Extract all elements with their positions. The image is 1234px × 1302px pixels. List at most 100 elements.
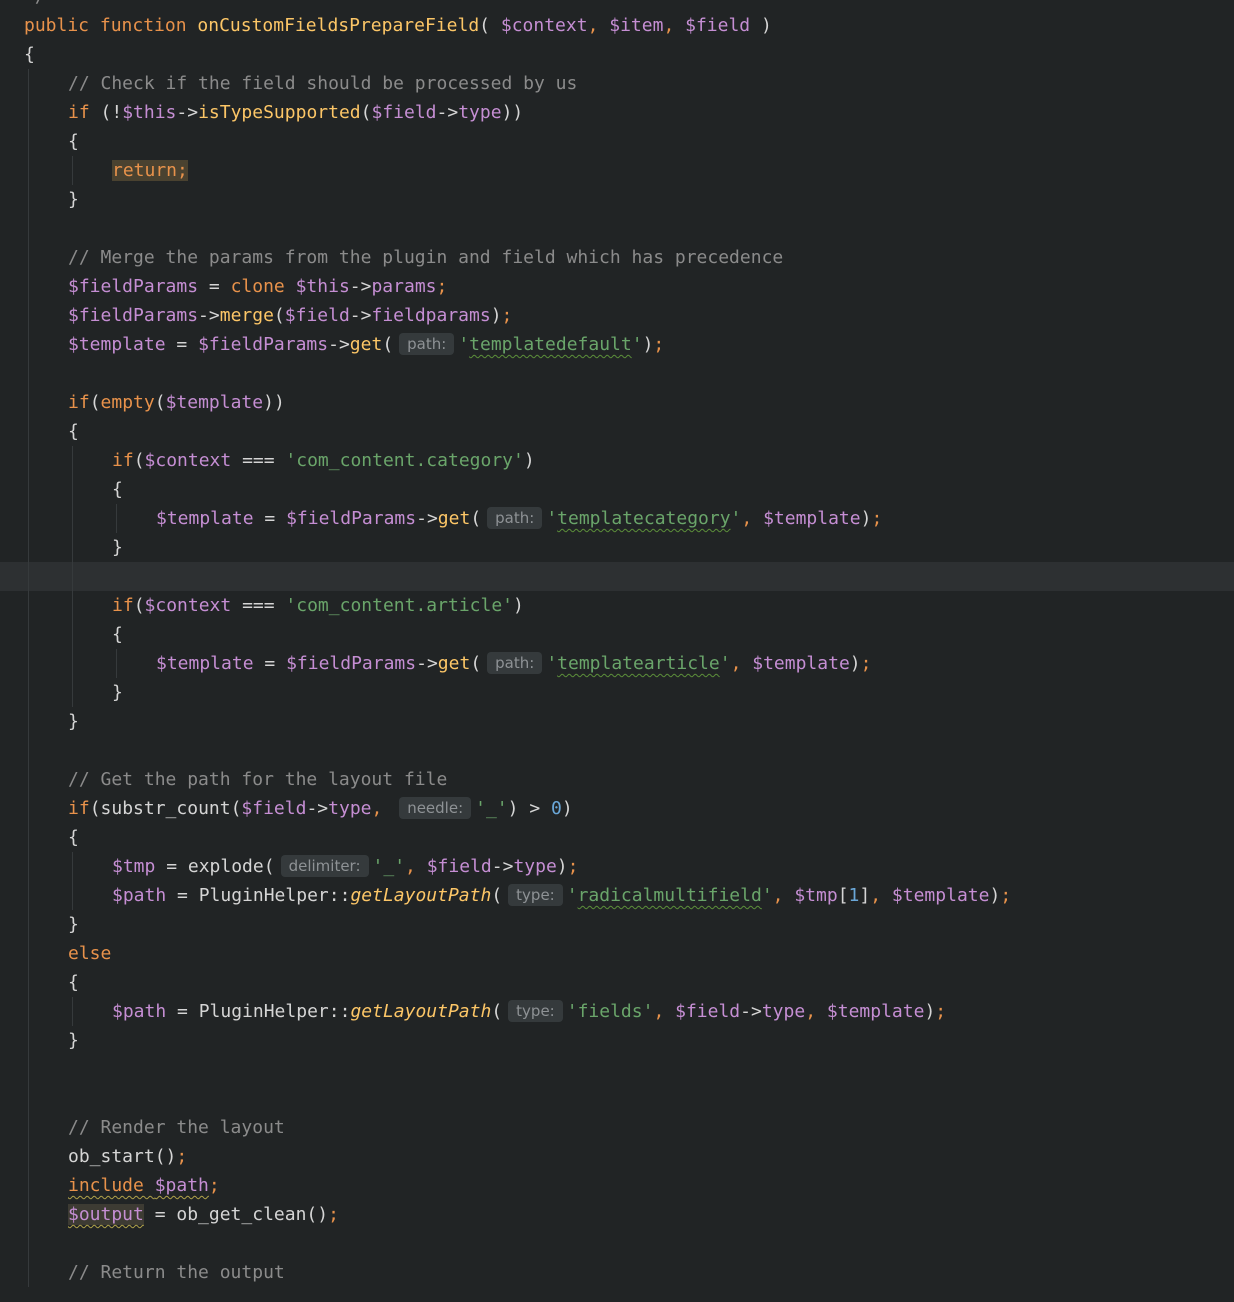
code-line[interactable]: // Merge the params from the plugin and … bbox=[0, 243, 1234, 272]
parameter-hint: type: bbox=[508, 1000, 563, 1022]
code-line[interactable]: if(substr_count($field->type, needle: '_'… bbox=[0, 794, 1234, 823]
code-line[interactable] bbox=[0, 1055, 1234, 1084]
indent-guide bbox=[28, 475, 29, 504]
code-line[interactable] bbox=[0, 1084, 1234, 1113]
code-line[interactable]: // Get the path for the layout file bbox=[0, 765, 1234, 794]
code-line[interactable] bbox=[0, 359, 1234, 388]
code-line[interactable]: if (!$this->isTypeSupported($field->type… bbox=[0, 98, 1234, 127]
code-line[interactable] bbox=[0, 736, 1234, 765]
code-line[interactable]: } bbox=[0, 1026, 1234, 1055]
code-token: ; bbox=[208, 1175, 220, 1196]
code-line-content: { bbox=[68, 127, 79, 156]
code-editor[interactable]: */ public function onCustomFieldsPrepareF… bbox=[0, 0, 1234, 1302]
code-token: $template bbox=[752, 653, 850, 674]
code-token: ( bbox=[479, 15, 501, 36]
code-line-content: } bbox=[68, 1026, 79, 1055]
code-token: // Render the layout bbox=[68, 1117, 285, 1138]
code-token: PluginHelper bbox=[198, 885, 329, 906]
indent-guide bbox=[28, 562, 29, 591]
code-token: // Check if the field should be processe… bbox=[68, 73, 578, 94]
parameter-hint: path: bbox=[399, 333, 455, 355]
code-line[interactable]: include $path; bbox=[0, 1171, 1234, 1200]
code-line[interactable]: return; bbox=[0, 156, 1234, 185]
code-line[interactable]: $template = $fieldParams->get(path:'temp… bbox=[0, 330, 1234, 359]
code-token: } bbox=[68, 1030, 79, 1051]
code-line-content: $template = $fieldParams->get(path:'temp… bbox=[68, 330, 664, 359]
code-line[interactable]: $tmp = explode(delimiter: '_', $field->ty… bbox=[0, 852, 1234, 881]
code-token: ( bbox=[263, 856, 275, 877]
code-line[interactable]: { bbox=[0, 475, 1234, 504]
code-line[interactable]: } bbox=[0, 533, 1234, 562]
code-line[interactable]: // Return the output bbox=[0, 1258, 1234, 1287]
code-line[interactable]: $template = $fieldParams->get(path:'temp… bbox=[0, 649, 1234, 678]
code-token: // Merge the params from the plugin and … bbox=[68, 247, 784, 268]
indent-guide bbox=[28, 881, 29, 910]
code-token: = bbox=[253, 508, 287, 529]
indent-guide bbox=[28, 852, 29, 881]
indent-guide bbox=[72, 475, 73, 504]
code-token: templatecategory bbox=[557, 508, 731, 529]
indent-guide bbox=[28, 504, 29, 533]
code-line[interactable]: */ bbox=[0, 0, 1234, 11]
code-token: $field bbox=[284, 305, 350, 326]
code-line[interactable]: // Check if the field should be processe… bbox=[0, 69, 1234, 98]
code-token: } bbox=[68, 189, 79, 210]
code-line[interactable]: { bbox=[0, 968, 1234, 997]
code-token: $item bbox=[609, 15, 664, 36]
code-line[interactable]: $template = $fieldParams->get(path:'temp… bbox=[0, 504, 1234, 533]
code-token: type bbox=[513, 856, 557, 877]
code-line[interactable]: $path = PluginHelper::getLayoutPath(type… bbox=[0, 881, 1234, 910]
code-line[interactable]: $fieldParams->merge($field->fieldparams)… bbox=[0, 301, 1234, 330]
code-token: } bbox=[68, 914, 79, 935]
code-line-content: { bbox=[68, 968, 79, 997]
code-token: ; bbox=[860, 653, 872, 674]
code-line[interactable]: { bbox=[0, 620, 1234, 649]
code-token: ] bbox=[859, 885, 871, 906]
code-line[interactable]: { bbox=[0, 40, 1234, 69]
code-token: = bbox=[166, 1001, 199, 1022]
code-line[interactable]: if($context === 'com_content.article') bbox=[0, 591, 1234, 620]
code-line[interactable]: } bbox=[0, 185, 1234, 214]
indent-guide bbox=[72, 504, 73, 533]
code-line[interactable]: public function onCustomFieldsPrepareFie… bbox=[0, 11, 1234, 40]
code-token: if bbox=[112, 450, 134, 471]
code-line[interactable] bbox=[0, 1229, 1234, 1258]
code-line[interactable]: ob_start(); bbox=[0, 1142, 1234, 1171]
code-token: $template bbox=[156, 508, 254, 529]
code-line[interactable]: $fieldParams = clone $this->params; bbox=[0, 272, 1234, 301]
code-line[interactable]: $path = PluginHelper::getLayoutPath(type… bbox=[0, 997, 1234, 1026]
indent-guide bbox=[28, 736, 29, 765]
parameter-hint: type: bbox=[508, 884, 563, 906]
code-line[interactable]: { bbox=[0, 823, 1234, 852]
code-token: if bbox=[68, 798, 90, 819]
indent-guide bbox=[28, 243, 29, 272]
indent-guide bbox=[72, 997, 73, 1026]
code-token: templatedefault bbox=[469, 334, 632, 355]
code-token: explode bbox=[187, 856, 264, 877]
code-line-content: { bbox=[24, 40, 35, 69]
code-line[interactable] bbox=[0, 214, 1234, 243]
code-line[interactable]: } bbox=[0, 910, 1234, 939]
code-token: ( bbox=[491, 885, 503, 906]
code-token: return; bbox=[112, 160, 188, 181]
code-token: get bbox=[349, 334, 383, 355]
code-token: 'com_content.article' bbox=[285, 595, 513, 616]
code-line[interactable]: { bbox=[0, 417, 1234, 446]
code-token: -> bbox=[740, 1001, 762, 1022]
code-line[interactable]: { bbox=[0, 127, 1234, 156]
code-token: if bbox=[112, 595, 134, 616]
code-line-content: { bbox=[112, 475, 123, 504]
code-line-content: $fieldParams = clone $this->params; bbox=[68, 272, 447, 301]
code-token: ( bbox=[154, 392, 166, 413]
code-line[interactable]: } bbox=[0, 707, 1234, 736]
code-line[interactable]: else bbox=[0, 939, 1234, 968]
code-line[interactable]: $output = ob_get_clean(); bbox=[0, 1200, 1234, 1229]
code-line[interactable]: if($context === 'com_content.category') bbox=[0, 446, 1234, 475]
code-line[interactable]: // Render the layout bbox=[0, 1113, 1234, 1142]
code-line[interactable]: if(empty($template)) bbox=[0, 388, 1234, 417]
code-line[interactable]: } bbox=[0, 678, 1234, 707]
code-line-current[interactable] bbox=[0, 562, 1234, 591]
code-token: , bbox=[587, 15, 610, 36]
code-token: ) bbox=[556, 856, 568, 877]
indent-guide bbox=[72, 591, 73, 620]
